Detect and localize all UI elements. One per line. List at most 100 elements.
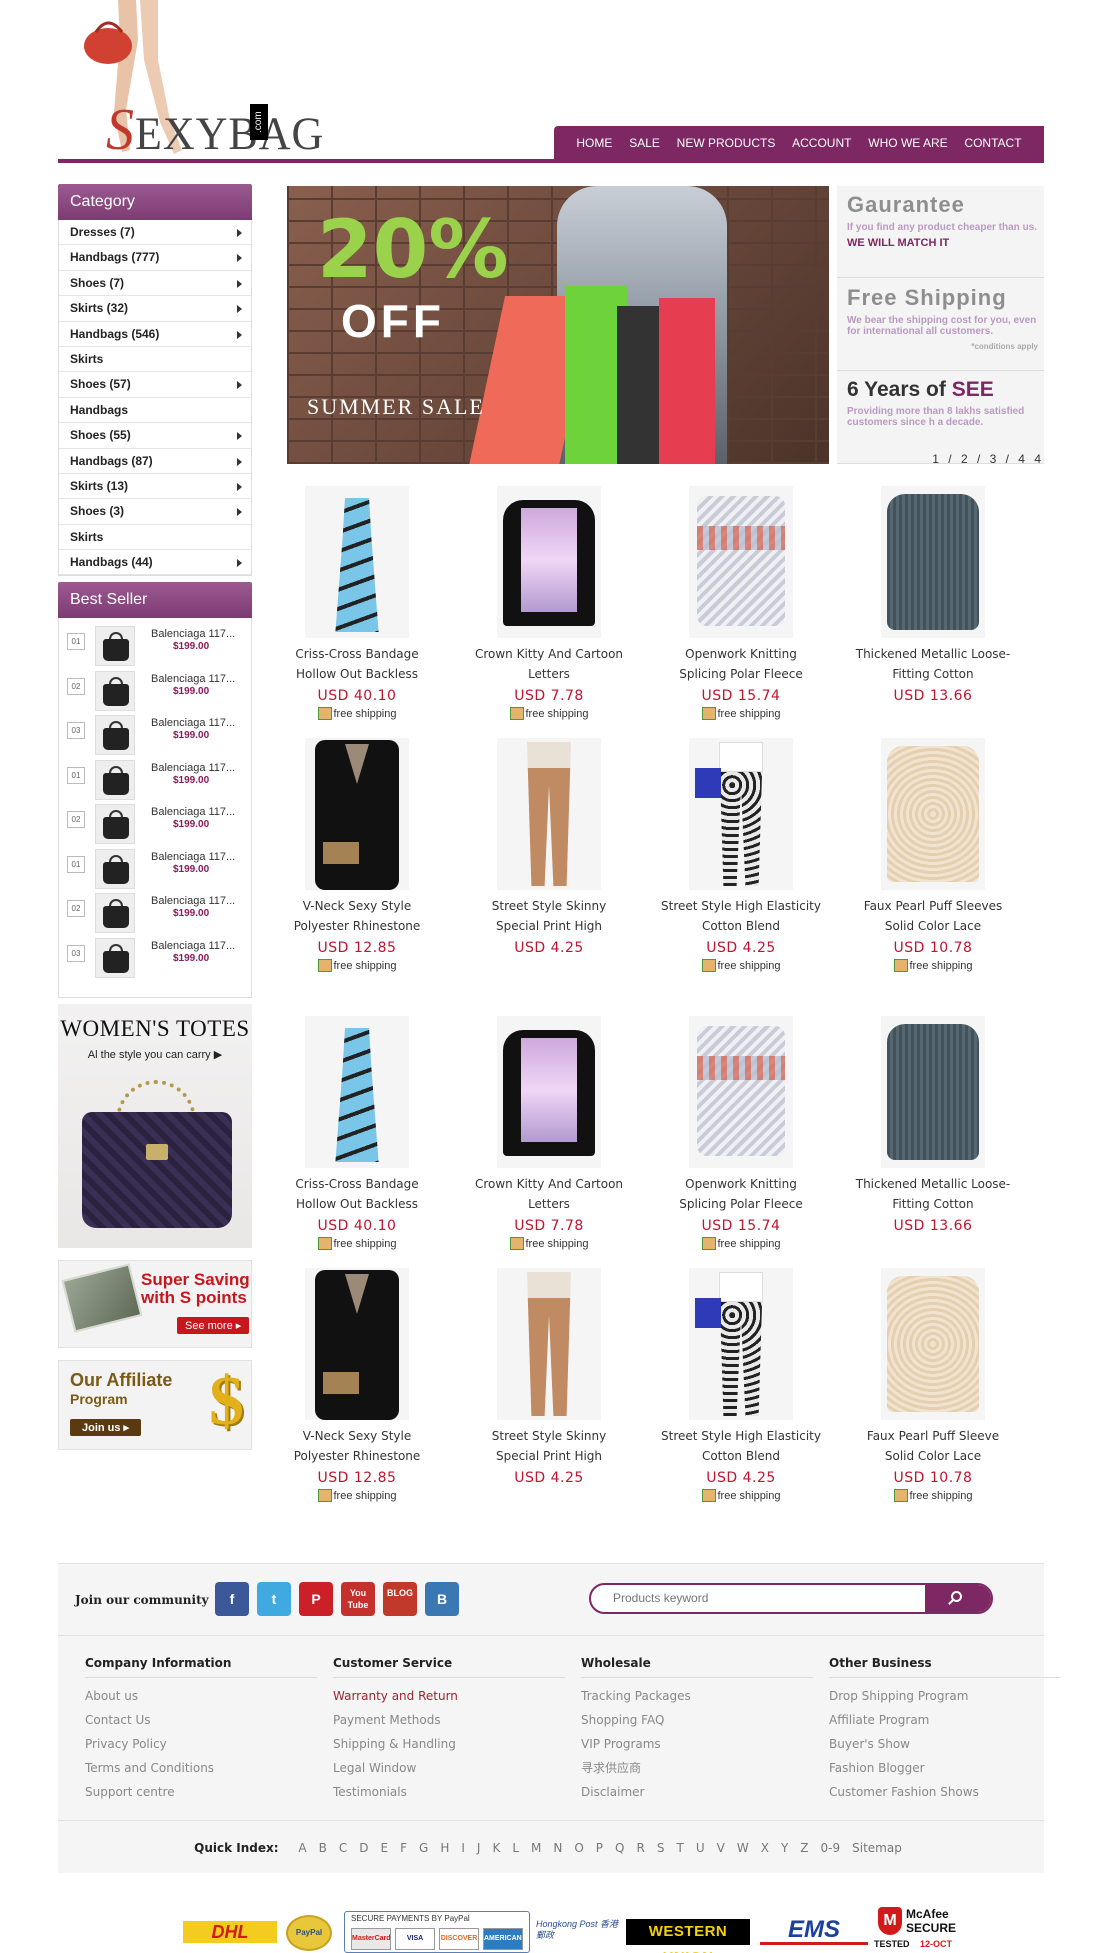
footer-link[interactable]: Customer Fashion Shows <box>829 1780 1061 1804</box>
category-item[interactable]: Skirts (13) <box>59 474 251 500</box>
product-image[interactable] <box>497 1268 601 1420</box>
handbag-thumbnail[interactable] <box>95 848 135 889</box>
quick-index-letter[interactable]: J <box>477 1841 481 1855</box>
quick-index-letter[interactable]: 0-9 <box>821 1841 841 1855</box>
product-name[interactable]: Thickened Metallic Loose-Fitting Cotton <box>853 644 1013 684</box>
product-image[interactable] <box>305 486 409 638</box>
quick-index-letter[interactable]: H <box>440 1841 449 1855</box>
product-image[interactable] <box>881 738 985 890</box>
twitter-icon[interactable]: t <box>257 1582 291 1616</box>
bestseller-item[interactable]: 01 Balenciaga 117... $199.00 <box>59 847 251 892</box>
product-card[interactable]: Openwork Knitting Splicing Polar Fleece U… <box>661 1016 821 1250</box>
product-name[interactable]: Crown Kitty And Cartoon Letters <box>469 1174 629 1214</box>
footer-link[interactable]: Shopping FAQ <box>581 1708 813 1732</box>
footer-link[interactable]: Privacy Policy <box>85 1732 317 1756</box>
category-item[interactable]: Skirts <box>59 525 251 551</box>
footer-link[interactable]: Contact Us <box>85 1708 317 1732</box>
quick-index-letter[interactable]: D <box>359 1841 368 1855</box>
footer-link[interactable]: Fashion Blogger <box>829 1756 1061 1780</box>
product-name[interactable]: Street Style Skinny Special Print High <box>469 1426 629 1466</box>
blog-icon[interactable]: BLOG <box>383 1582 417 1616</box>
six-years-promo[interactable]: 6 Years of SEE Providing more than 8 lak… <box>837 372 1044 464</box>
product-card[interactable]: Criss-Cross Bandage Hollow Out Backless U… <box>277 1016 437 1250</box>
product-image[interactable] <box>689 1268 793 1420</box>
product-name[interactable]: Crown Kitty And Cartoon Letters <box>469 644 629 684</box>
footer-link[interactable]: Terms and Conditions <box>85 1756 317 1780</box>
product-image[interactable] <box>881 1268 985 1420</box>
quick-index-letter[interactable]: Sitemap <box>852 1841 902 1855</box>
nav-contact[interactable]: CONTACT <box>964 136 1021 150</box>
quick-index-letter[interactable]: X <box>761 1841 769 1855</box>
quick-index-letter[interactable]: G <box>419 1841 428 1855</box>
nav-new-products[interactable]: NEW PRODUCTS <box>677 136 776 150</box>
product-image[interactable] <box>497 486 601 638</box>
footer-link[interactable]: Disclaimer <box>581 1780 813 1804</box>
category-item[interactable]: Shoes (55) <box>59 423 251 449</box>
bestseller-name[interactable]: Balenciaga 117... <box>151 673 235 685</box>
product-name[interactable]: Thickened Metallic Loose-Fitting Cotton <box>853 1174 1013 1214</box>
category-item[interactable]: Handbags (546) <box>59 322 251 347</box>
quick-index-letter[interactable]: S <box>657 1841 665 1855</box>
category-item[interactable]: Handbags <box>59 398 251 424</box>
quick-index-letter[interactable]: L <box>512 1841 519 1855</box>
product-name[interactable]: Openwork Knitting Splicing Polar Fleece <box>661 644 821 684</box>
footer-link[interactable]: Tracking Packages <box>581 1684 813 1708</box>
bestseller-item[interactable]: 03 Balenciaga 117... $199.00 <box>59 936 251 981</box>
footer-link[interactable]: Legal Window <box>333 1756 565 1780</box>
quick-index-letter[interactable]: U <box>696 1841 705 1855</box>
quick-index-letter[interactable]: R <box>637 1841 645 1855</box>
bestseller-name[interactable]: Balenciaga 117... <box>151 851 235 863</box>
handbag-thumbnail[interactable] <box>95 893 135 933</box>
see-more-button[interactable]: See more ▸ <box>177 1317 250 1334</box>
product-name[interactable]: V-Neck Sexy Style Polyester Rhinestone <box>277 1426 437 1466</box>
youtube-icon[interactable]: You Tube <box>341 1582 375 1616</box>
product-name[interactable]: Criss-Cross Bandage Hollow Out Backless <box>277 1174 437 1214</box>
bestseller-item[interactable]: 03 Balenciaga 117... $199.00 <box>59 713 251 758</box>
quick-index-letter[interactable]: Z <box>800 1841 808 1855</box>
b-icon[interactable]: B <box>425 1582 459 1616</box>
quick-index-letter[interactable]: F <box>400 1841 407 1855</box>
product-image[interactable] <box>305 738 409 890</box>
footer-link[interactable]: Drop Shipping Program <box>829 1684 1061 1708</box>
product-card[interactable]: Faux Pearl Puff Sleeve Solid Color Lace U… <box>853 1268 1013 1502</box>
footer-link[interactable]: Support centre <box>85 1780 317 1804</box>
footer-link[interactable]: About us <box>85 1684 317 1708</box>
product-image[interactable] <box>689 1016 793 1168</box>
product-name[interactable]: Street Style High Elasticity Cotton Blen… <box>661 1426 821 1466</box>
bestseller-item[interactable]: 02 Balenciaga 117... $199.00 <box>59 669 251 714</box>
product-image[interactable] <box>881 486 985 638</box>
footer-link[interactable]: Shipping & Handling <box>333 1732 565 1756</box>
quick-index-letter[interactable]: O <box>574 1841 583 1855</box>
product-name[interactable]: Criss-Cross Bandage Hollow Out Backless <box>277 644 437 684</box>
bestseller-item[interactable]: 01 Balenciaga 117... $199.00 <box>59 758 251 803</box>
bestseller-name[interactable]: Balenciaga 117... <box>151 762 235 774</box>
category-item[interactable]: Skirts (32) <box>59 296 251 322</box>
quick-index-letter[interactable]: Y <box>781 1841 788 1855</box>
product-card[interactable]: Faux Pearl Puff Sleeves Solid Color Lace… <box>853 738 1013 972</box>
product-card[interactable]: Street Style High Elasticity Cotton Blen… <box>661 1268 821 1502</box>
facebook-icon[interactable]: f <box>215 1582 249 1616</box>
handbag-thumbnail[interactable] <box>95 715 135 755</box>
handbag-thumbnail[interactable] <box>95 804 135 844</box>
quick-index-letter[interactable]: I <box>461 1841 465 1855</box>
footer-link[interactable]: Affiliate Program <box>829 1708 1061 1732</box>
product-card[interactable]: Crown Kitty And Cartoon Letters USD 7.78 f… <box>469 1016 629 1250</box>
product-card[interactable]: Thickened Metallic Loose-Fitting Cotton U… <box>853 486 1013 704</box>
category-item[interactable]: Shoes (57) <box>59 372 251 398</box>
bestseller-item[interactable]: 02 Balenciaga 117... $199.00 <box>59 802 251 847</box>
handbag-thumbnail[interactable] <box>95 626 135 666</box>
super-saving-banner[interactable]: Super Saving with S points See more ▸ <box>58 1260 252 1348</box>
footer-link[interactable]: Warranty and Return <box>333 1684 565 1708</box>
handbag-thumbnail[interactable] <box>95 759 135 800</box>
guarantee-promo[interactable]: Gaurantee If you find any product cheape… <box>837 186 1044 278</box>
bestseller-item[interactable]: 01 Balenciaga 117... $199.00 <box>59 624 251 669</box>
search-input[interactable] <box>613 1591 913 1605</box>
product-name[interactable]: Faux Pearl Puff Sleeves Solid Color Lace <box>853 896 1013 936</box>
product-name[interactable]: Street Style Skinny Special Print High <box>469 896 629 936</box>
quick-index-letter[interactable]: K <box>492 1841 500 1855</box>
site-logo[interactable]: SEXYBAG .com <box>58 0 323 163</box>
quick-index-letter[interactable]: M <box>531 1841 541 1855</box>
bestseller-name[interactable]: Balenciaga 117... <box>151 806 235 818</box>
footer-link[interactable]: 寻求供应商 <box>581 1756 813 1780</box>
footer-link[interactable]: VIP Programs <box>581 1732 813 1756</box>
